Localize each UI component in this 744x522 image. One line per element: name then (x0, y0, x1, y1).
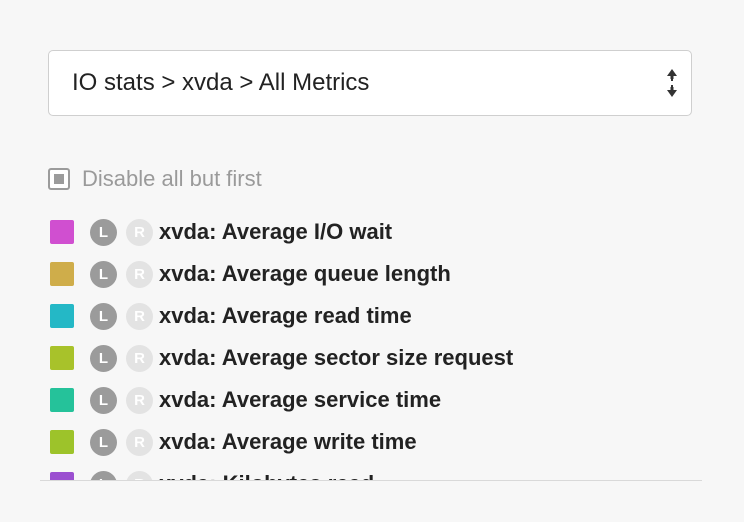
disable-all-label: Disable all but first (82, 166, 262, 191)
metric-row: L R xvda: Average queue length (50, 253, 702, 295)
metric-label[interactable]: xvda: Average sector size request (159, 345, 513, 371)
right-axis-button[interactable]: R (126, 344, 153, 372)
metric-row: L R xvda: Average I/O wait (50, 211, 702, 253)
right-axis-button[interactable]: R (126, 302, 153, 330)
metric-label[interactable]: xvda: Average service time (159, 387, 441, 413)
left-axis-button[interactable]: L (90, 260, 117, 288)
left-axis-button[interactable]: L (90, 218, 117, 246)
metric-label[interactable]: xvda: Average write time (159, 429, 417, 455)
metric-color-swatch[interactable] (50, 346, 74, 370)
right-axis-button[interactable]: R (126, 260, 153, 288)
metric-label[interactable]: xvda: Average queue length (159, 261, 451, 287)
metric-color-swatch[interactable] (50, 262, 74, 286)
metrics-list: L R xvda: Average I/O wait L R xvda: Ave… (50, 211, 702, 481)
left-axis-button[interactable]: L (90, 386, 117, 414)
metric-color-swatch[interactable] (50, 304, 74, 328)
right-axis-button[interactable]: R (126, 386, 153, 414)
metric-color-swatch[interactable] (50, 220, 74, 244)
checkbox-mark-icon (54, 174, 64, 184)
disable-all-but-first-toggle[interactable]: Disable all but first (48, 164, 262, 194)
metric-row: L R xvda: Average read time (50, 295, 702, 337)
metric-row: L R xvda: Average service time (50, 379, 702, 421)
metric-label[interactable]: xvda: Average I/O wait (159, 219, 392, 245)
metric-row: L R xvda: Kilobytes read (50, 463, 702, 481)
list-bottom-divider (40, 480, 702, 481)
left-axis-button[interactable]: L (90, 344, 117, 372)
left-axis-button[interactable]: L (90, 428, 117, 456)
metric-group-select[interactable]: IO stats > xvda > All Metrics (48, 50, 692, 116)
metrics-panel: IO stats > xvda > All Metrics Disable al… (0, 0, 744, 522)
right-axis-button[interactable]: R (126, 428, 153, 456)
metric-group-select-value: IO stats > xvda > All Metrics (72, 69, 370, 96)
metric-row: L R xvda: Average sector size request (50, 337, 702, 379)
metric-row: L R xvda: Average write time (50, 421, 702, 463)
disable-all-checkbox[interactable] (48, 168, 70, 190)
left-axis-button[interactable]: L (90, 302, 117, 330)
metric-color-swatch[interactable] (50, 430, 74, 454)
metric-color-swatch[interactable] (50, 388, 74, 412)
metric-label[interactable]: xvda: Average read time (159, 303, 412, 329)
right-axis-button[interactable]: R (126, 218, 153, 246)
select-updown-arrows-icon (667, 69, 677, 97)
